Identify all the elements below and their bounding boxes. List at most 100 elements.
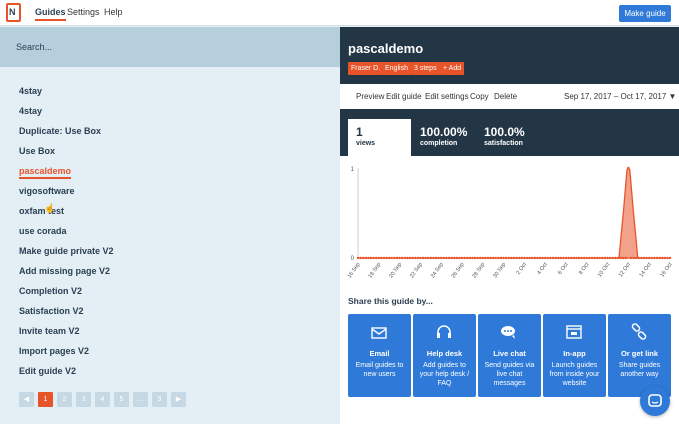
stat-satisfaction-value: 100.0%	[484, 125, 525, 139]
share-option-title: Or get link	[620, 349, 659, 358]
data-point	[481, 256, 484, 260]
guide-list-item[interactable]: Completion V2	[19, 286, 82, 296]
x-tick-label: 2 Oct	[516, 261, 529, 276]
guide-list-item[interactable]: Satisfaction V2	[19, 306, 84, 316]
guide-list-item[interactable]: Add missing page V2	[19, 266, 110, 276]
page-button[interactable]: 1	[38, 392, 53, 407]
guide-list-item[interactable]: vigosoftware	[19, 186, 75, 196]
stat-views[interactable]: 1 views	[348, 119, 411, 156]
data-point	[486, 256, 490, 260]
data-point	[385, 256, 388, 260]
email-icon	[371, 327, 387, 339]
data-point	[434, 256, 438, 260]
data-point	[557, 256, 560, 260]
share-option-live-chat[interactable]: Live chat Send guides via live chat messa…	[478, 314, 541, 397]
guide-list-item[interactable]: use corada	[19, 226, 67, 236]
prev-page-button[interactable]: ◀	[19, 392, 34, 407]
data-point	[622, 256, 625, 260]
data-point	[476, 256, 479, 260]
add-tag-button[interactable]: + Add	[440, 62, 465, 75]
share-option-email[interactable]: Email Email guides to new users	[348, 314, 411, 397]
nav-guides[interactable]: Guides	[35, 7, 66, 21]
guide-list-item[interactable]: Duplicate: Use Box	[19, 126, 101, 136]
page-button[interactable]: 3	[76, 392, 91, 407]
guide-list-item[interactable]: 4stay	[19, 86, 42, 96]
next-page-button[interactable]: ▶	[171, 392, 186, 407]
guide-list-item[interactable]: oxfam test	[19, 206, 64, 216]
x-tick-label: 6 Oct	[557, 261, 570, 276]
stat-satisfaction[interactable]: 100.0% satisfaction	[476, 119, 539, 156]
share-option-in-app[interactable]: In-app Launch guides from inside your web…	[543, 314, 606, 397]
preview-link[interactable]: Preview	[356, 92, 384, 101]
data-point	[668, 256, 672, 260]
data-point	[510, 256, 513, 260]
data-point	[502, 256, 505, 260]
data-point	[611, 256, 614, 260]
data-point	[598, 256, 601, 260]
nav-settings[interactable]: Settings	[67, 7, 100, 17]
x-tick-label: 14 Oct	[639, 261, 653, 278]
data-point	[440, 256, 443, 260]
guide-list-item[interactable]: Use Box	[19, 146, 55, 156]
delete-link[interactable]: Delete	[494, 92, 517, 101]
app-logo[interactable]: N	[6, 3, 21, 22]
headset-icon	[437, 325, 451, 338]
share-option-help-desk[interactable]: Help desk Add guides to your help desk / …	[413, 314, 476, 397]
author-tag[interactable]: Fraser D.	[348, 62, 384, 75]
x-tick-label: 10 Oct	[597, 261, 611, 278]
data-point	[616, 256, 620, 260]
guide-list-item[interactable]: Edit guide V2	[19, 366, 76, 376]
guide-list-item[interactable]: pascaldemo	[19, 166, 72, 179]
search-input[interactable]	[16, 39, 316, 55]
data-point	[393, 256, 396, 260]
data-point	[408, 256, 412, 260]
page-button[interactable]: …	[133, 392, 148, 407]
steps-tag[interactable]: 3 steps	[411, 62, 440, 75]
guide-list-item[interactable]: Invite team V2	[19, 326, 80, 336]
data-point	[512, 256, 516, 260]
data-point	[401, 256, 404, 260]
data-point	[583, 256, 586, 260]
data-point	[356, 256, 360, 260]
x-tick-label: 12 Oct	[618, 261, 632, 278]
share-option-or-get-link[interactable]: Or get link Share guides another way	[608, 314, 671, 397]
data-point	[577, 256, 581, 260]
data-point	[525, 256, 529, 260]
data-point	[601, 256, 604, 260]
date-range-picker[interactable]: Sep 17, 2017 – Oct 17, 2017 ▼	[564, 92, 676, 101]
page-button[interactable]: 5	[114, 392, 129, 407]
page-button[interactable]: 2	[57, 392, 72, 407]
x-tick-label: 28 Sep	[472, 262, 487, 280]
y-tick-label: 1	[351, 167, 355, 173]
live-chat-button[interactable]	[640, 386, 670, 416]
page-button[interactable]: 9	[152, 392, 167, 407]
stat-completion[interactable]: 100.00% completion	[412, 119, 475, 156]
page-button[interactable]: 4	[95, 392, 110, 407]
edit-guide-link[interactable]: Edit guide	[386, 92, 422, 101]
guide-list-item[interactable]: 4stay	[19, 106, 42, 116]
data-point	[484, 256, 487, 260]
data-point	[377, 256, 380, 260]
data-point	[416, 256, 419, 260]
search-bar	[0, 27, 340, 67]
data-point	[650, 256, 653, 260]
copy-link[interactable]: Copy	[470, 92, 489, 101]
language-tag[interactable]: English	[382, 62, 411, 75]
nav-help[interactable]: Help	[104, 7, 123, 17]
data-point	[494, 256, 497, 260]
data-point	[645, 256, 648, 260]
share-option-description: Email guides to new users	[355, 362, 404, 378]
x-tick-label: 8 Oct	[578, 261, 591, 276]
make-guide-button[interactable]: Make guide	[619, 5, 671, 22]
data-point	[359, 256, 362, 260]
data-point	[619, 256, 622, 260]
edit-settings-link[interactable]: Edit settings	[425, 92, 469, 101]
guide-list-item[interactable]: Make guide private V2	[19, 246, 114, 256]
data-point	[406, 256, 409, 260]
data-point	[432, 256, 435, 260]
data-point	[588, 256, 591, 260]
data-point	[666, 256, 669, 260]
top-bar: N Guides Settings Help Make guide	[0, 0, 679, 26]
logo-text: N	[9, 7, 16, 17]
guide-list-item[interactable]: Import pages V2	[19, 346, 89, 356]
